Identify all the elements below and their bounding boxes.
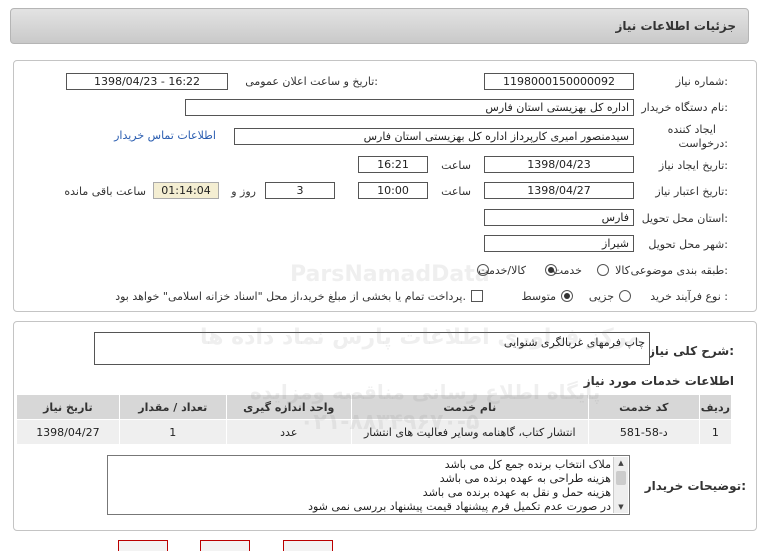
creator-label-2: درخواست: [678,137,729,150]
province-label: استان محل تحویل: [641,212,728,225]
process-radio-minor[interactable] [619,290,631,302]
category-option-goods: کالا [615,264,630,277]
note-line: ملاک انتخاب برنده جمع کل می باشد [444,458,611,471]
scroll-down-icon[interactable]: ▼ [614,501,628,513]
cell-need-date: 1398/04/27 [16,419,120,445]
category-option-goods-service: کالا/خدمت [478,264,526,277]
created-time-field[interactable]: 16:21 [358,156,428,173]
col-need-date: تاریخ نیاز [16,394,120,420]
table-row[interactable]: 1 د-58-581 انتشار کتاب، گاهنامه وسایر فع… [16,419,733,445]
cell-unit: عدد [225,419,352,445]
description-label: شرح کلی نیاز: [648,344,734,358]
scroll-thumb[interactable] [616,471,626,485]
cell-service-code: د-58-581 [587,419,700,445]
created-date-label: تاریخ ایجاد نیاز: [658,159,728,172]
page-header: جزئیات اطلاعات نیاز [10,8,749,44]
process-label: نوع فرآیند خرید : [650,290,728,303]
cell-quantity: 1 [118,419,227,445]
notes-scrollbar[interactable]: ▲ ▼ [613,457,628,513]
note-line: هزینه طراحی به عهده برنده می باشد [439,472,611,485]
bottom-button-3[interactable] [283,540,333,551]
validity-date-field[interactable]: 1398/04/27 [484,182,634,199]
created-time-label: ساعت [441,159,471,172]
services-table: ردیف کد خدمت نام خدمت واحد اندازه گیری ت… [16,394,733,445]
note-line: در صورت عدم تکمیل فرم پیشنهاد قیمت پیشنه… [308,500,611,513]
need-number-label: شماره نیاز: [675,75,728,88]
col-service-code: کد خدمت [587,394,700,420]
buyer-notes-label: توضیحات خریدار: [644,479,746,493]
scroll-up-icon[interactable]: ▲ [614,457,628,469]
bottom-button-2[interactable] [200,540,250,551]
process-radio-medium[interactable] [561,290,573,302]
days-field[interactable]: 3 [265,182,335,199]
process-option-medium: متوسط [521,290,556,303]
page-title: جزئیات اطلاعات نیاز [615,19,736,33]
creator-field[interactable]: سیدمنصور امیری کارپرداز اداره کل بهزیستی… [234,128,634,145]
col-unit: واحد اندازه گیری [225,394,352,420]
services-table-header: ردیف کد خدمت نام خدمت واحد اندازه گیری ت… [16,394,733,420]
services-section-title: اطلاعات خدمات مورد نیاز [583,374,734,388]
col-row: ردیف [698,394,733,420]
validity-time-label: ساعت [441,185,471,198]
creator-label-1: ایجاد کننده [667,123,716,136]
process-option-minor: جزیی [588,290,614,303]
created-date-field[interactable]: 1398/04/23 [484,156,634,173]
buyer-notes-textarea[interactable]: ملاک انتخاب برنده جمع کل می باشد هزینه ط… [107,455,630,515]
remaining-label: ساعت باقی مانده [64,185,146,198]
need-number-field[interactable]: 1198000150000092 [484,73,634,90]
city-field[interactable]: شیراز [484,235,634,252]
cell-row: 1 [698,419,733,445]
col-service-name: نام خدمت [350,394,589,420]
remaining-time-field: 01:14:04 [153,182,219,199]
category-option-service: خدمت [552,264,582,277]
treasury-payment-checkbox[interactable] [471,290,483,302]
buyer-field[interactable]: اداره کل بهزیستی استان فارس [185,99,634,116]
announce-label: تاریخ و ساعت اعلان عمومی: [245,75,378,88]
validity-time-field[interactable]: 10:00 [358,182,428,199]
bottom-button-1[interactable] [118,540,168,551]
announce-field[interactable]: 1398/04/23 - 16:22 [66,73,228,90]
validity-label: تاریخ اعتبار نیاز: [655,185,728,198]
buyer-contact-link[interactable]: اطلاعات تماس خریدار [114,129,216,142]
col-quantity: تعداد / مقدار [118,394,227,420]
province-field[interactable]: فارس [484,209,634,226]
category-label: طبقه بندی موضوعی: [630,264,728,277]
treasury-payment-note: پرداخت تمام یا بخشی از مبلغ خرید،از محل … [115,290,466,303]
need-info-panel: شماره نیاز: 1198000150000092 تاریخ و ساع… [13,60,757,312]
cell-service-name: انتشار کتاب، گاهنامه وسایر فعالیت های ان… [350,419,589,445]
category-radio-goods[interactable] [597,264,609,276]
city-label: شهر محل تحویل: [648,238,728,251]
days-and-label: روز و [231,185,256,198]
buyer-label: نام دستگاه خریدار: [641,101,728,114]
description-field[interactable]: چاپ فرمهای غربالگری شنوایی [94,332,650,365]
note-line: هزینه حمل و نقل به عهده برنده می باشد [422,486,611,499]
